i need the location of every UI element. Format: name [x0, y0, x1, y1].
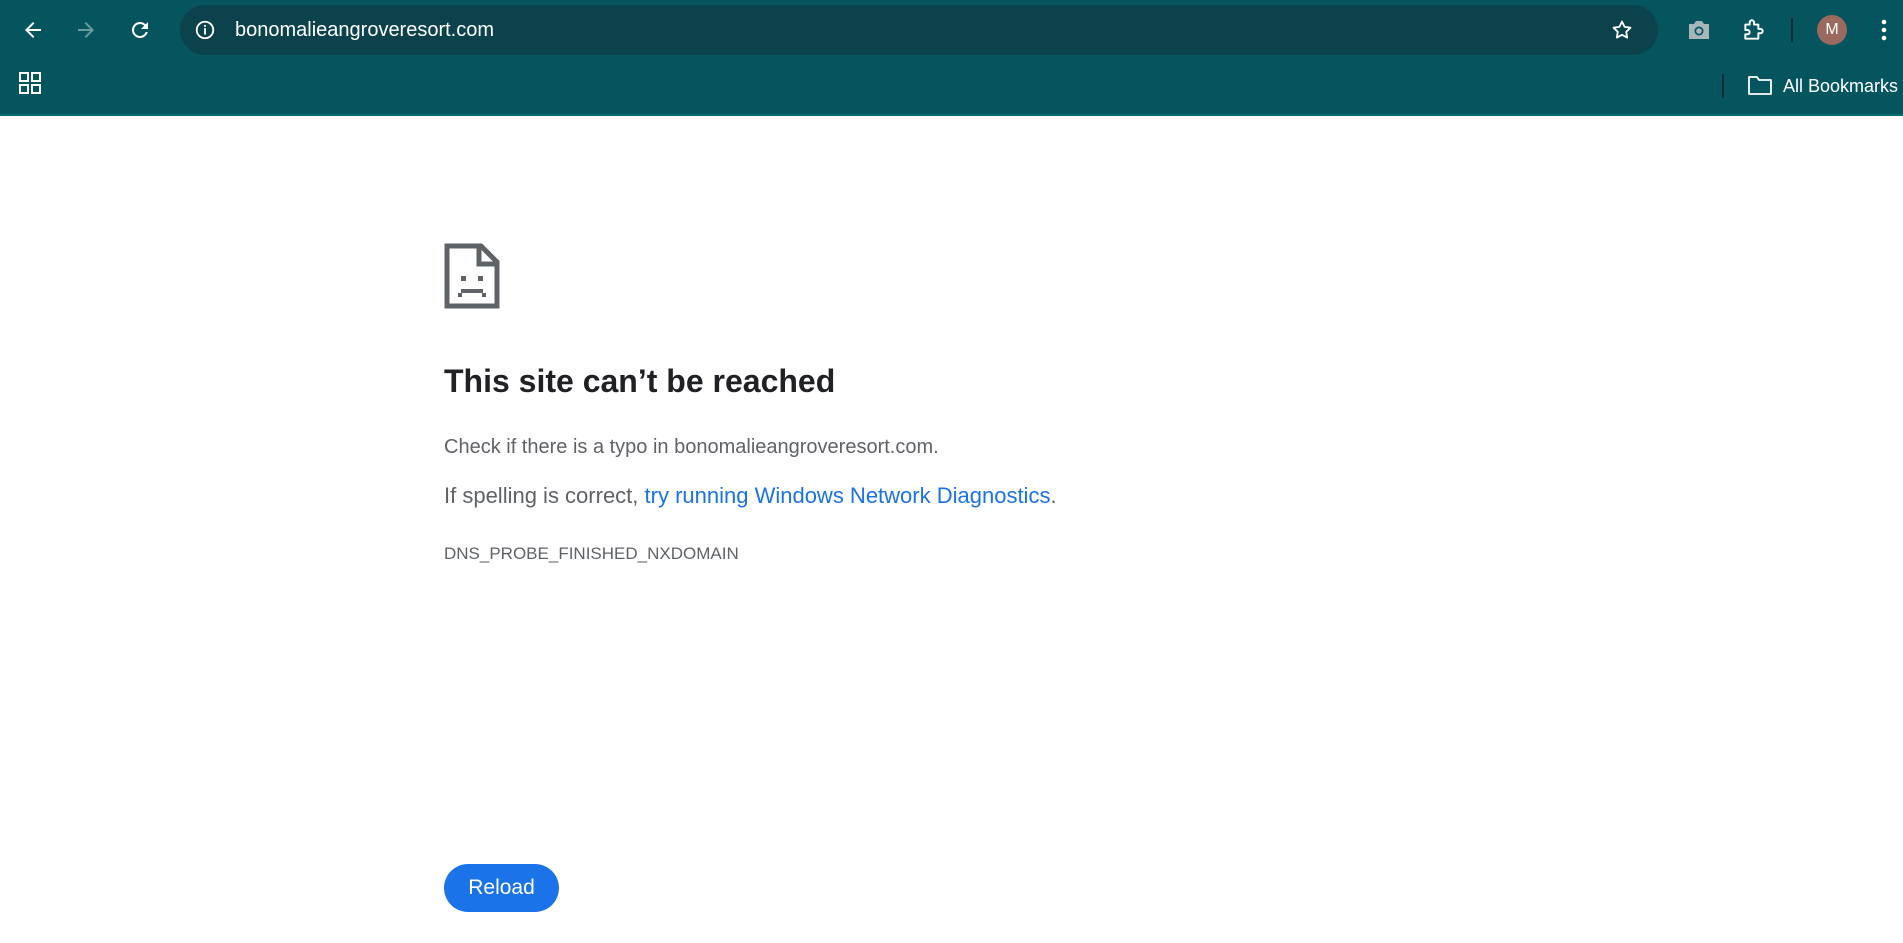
network-diagnostics-link[interactable]: try running Windows Network Diagnostics [645, 483, 1051, 508]
sad-file-icon [444, 243, 500, 309]
puzzle-icon [1744, 19, 1764, 40]
bookmarks-bar: All Bookmarks [0, 57, 1903, 116]
star-icon[interactable] [1610, 18, 1634, 42]
arrow-right-icon [78, 22, 94, 38]
spelling-suffix: . [1050, 483, 1057, 508]
spelling-message: If spelling is correct, try running Wind… [444, 483, 1057, 509]
folder-icon [1748, 76, 1772, 95]
all-bookmarks-button[interactable]: All Bookmarks [1783, 76, 1898, 97]
spelling-prefix: If spelling is correct, [444, 483, 645, 508]
toolbar-separator [1791, 18, 1793, 42]
forward-button[interactable] [68, 12, 104, 48]
apps-grid-icon[interactable] [18, 71, 42, 95]
reload-button[interactable]: Reload [444, 864, 559, 912]
url-text[interactable]: bonomalieangroveresort.com [235, 19, 494, 41]
browser-menu-button[interactable] [1870, 16, 1898, 44]
info-icon[interactable] [194, 19, 216, 41]
back-button[interactable] [15, 12, 51, 48]
reload-icon [131, 21, 148, 38]
bookmarks-separator [1722, 74, 1724, 98]
kebab-menu-icon [1881, 19, 1887, 41]
browser-toolbar: bonomalieangroveresort.com M [0, 0, 1903, 57]
reload-toolbar-button[interactable] [122, 12, 158, 48]
page-title: This site can’t be reached [444, 363, 836, 399]
typo-message: Check if there is a typo in bonomalieang… [444, 436, 939, 458]
avatar[interactable]: M [1817, 15, 1847, 45]
screenshot-button[interactable] [1685, 16, 1713, 44]
arrow-left-icon [25, 22, 41, 38]
error-code: DNS_PROBE_FINISHED_NXDOMAIN [444, 544, 739, 563]
address-bar[interactable]: bonomalieangroveresort.com [180, 5, 1658, 55]
camera-icon [1689, 21, 1709, 39]
extensions-button[interactable] [1740, 16, 1768, 44]
